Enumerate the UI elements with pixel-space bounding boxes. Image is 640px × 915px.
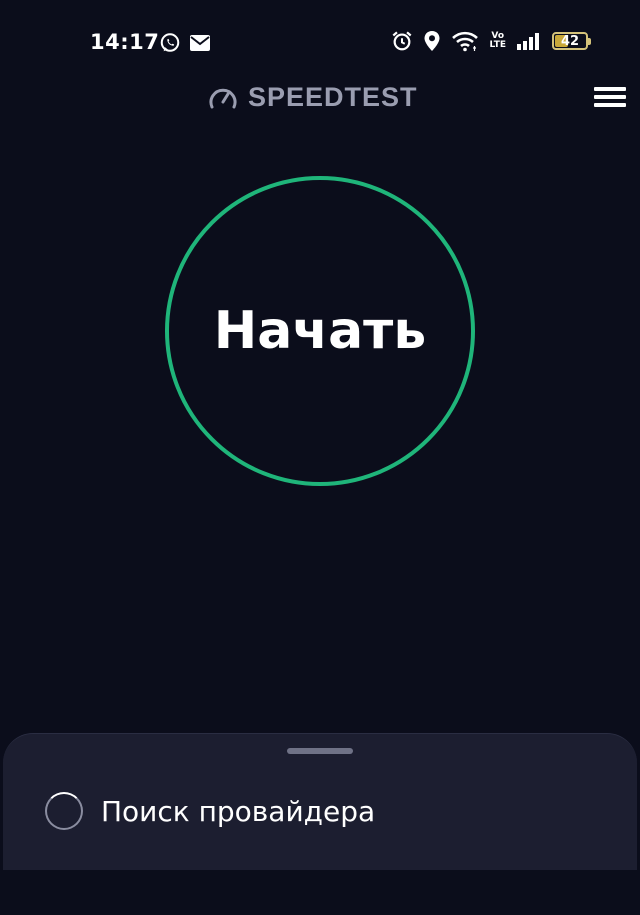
- sheet-drag-handle[interactable]: [287, 748, 353, 754]
- volte-icon: Vo LTE: [489, 32, 506, 50]
- brand-name: SPEEDTEST: [248, 82, 418, 112]
- speedtest-logo: SPEEDTEST: [208, 82, 418, 113]
- menu-line: [594, 103, 626, 107]
- notification-icons: [159, 32, 211, 54]
- location-icon: [423, 30, 441, 52]
- navigation-bar-area: [0, 870, 640, 915]
- speedtest-screen: 14:17 Vo LTE 42 SPEEDTEST Начать Поиск п…: [0, 0, 640, 915]
- loading-spinner-icon: [45, 792, 83, 830]
- menu-line: [594, 95, 626, 99]
- provider-status-row: Поиск провайдера: [45, 792, 375, 830]
- speedometer-icon: [208, 85, 238, 111]
- mail-icon: [189, 34, 211, 52]
- hamburger-menu-icon[interactable]: [594, 82, 628, 112]
- start-label: Начать: [213, 301, 427, 361]
- start-button[interactable]: Начать: [165, 176, 475, 486]
- alarm-icon: [391, 30, 413, 52]
- battery-icon: 42: [552, 32, 591, 50]
- battery-level: 42: [560, 33, 580, 49]
- whatsapp-icon: [159, 32, 181, 54]
- volte-bottom-label: LTE: [489, 40, 506, 50]
- wifi-icon: [451, 30, 479, 52]
- system-icons: Vo LTE 42: [391, 30, 591, 52]
- app-header: SPEEDTEST: [0, 78, 640, 118]
- signal-icon: [516, 31, 542, 51]
- status-time: 14:17: [90, 30, 160, 54]
- status-bar: 14:17 Vo LTE 42: [0, 0, 640, 86]
- provider-status-label: Поиск провайдера: [101, 794, 376, 828]
- menu-line: [594, 87, 626, 91]
- provider-bottom-sheet[interactable]: Поиск провайдера: [3, 733, 637, 874]
